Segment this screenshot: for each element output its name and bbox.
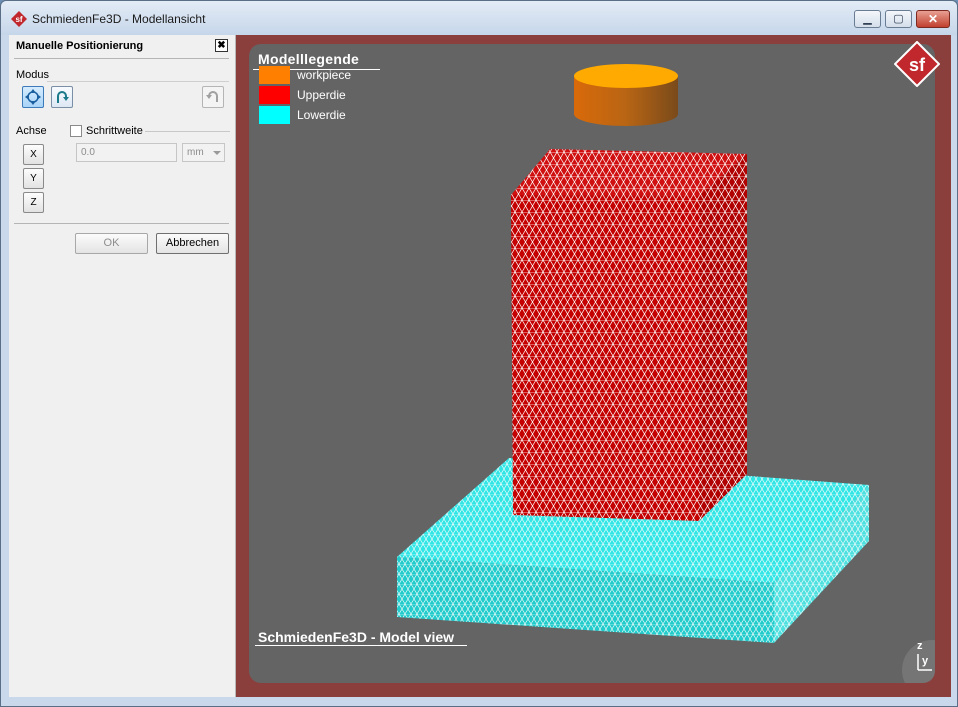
panel-title: Manuelle Positionierung [16,40,144,52]
move-icon [25,89,41,105]
maximize-button[interactable]: ▢ [885,10,912,28]
legend-label: Lowerdie [297,108,346,122]
legend-swatch [259,86,290,104]
title-bar[interactable]: sf SchmiedenFe3D - Modellansicht ▁ ▢ ✕ [1,1,957,35]
axis-x-button[interactable]: X [23,144,44,165]
close-icon: ✕ [927,12,939,26]
legend-swatch [259,66,290,84]
modus-label: Modus [16,69,50,81]
panel-close-button[interactable]: ✖ [215,39,228,52]
minimize-button[interactable]: ▁ [854,10,881,28]
app-window: sf SchmiedenFe3D - Modellansicht ▁ ▢ ✕ M… [0,0,958,707]
app-logo-icon: sf [11,11,27,27]
undo-icon [206,91,218,102]
chevron-down-icon [213,151,221,155]
legend-label: workpiece [297,68,352,82]
divider [14,223,229,224]
schrittweite-label: Schrittweite [86,125,143,137]
legend-swatch [259,106,290,124]
minimize-icon: ▁ [863,12,872,25]
step-input[interactable]: 0.0 [76,143,177,162]
maximize-icon: ▢ [893,12,904,25]
divider [14,58,229,59]
workpiece-cylinder [574,64,678,126]
divider [145,131,230,132]
model-viewport[interactable]: Modelllegende workpiece Upperdie Lowerdi… [236,35,951,697]
ok-button[interactable]: OK [75,233,148,254]
legend-item-upperdie: Upperdie [259,86,346,104]
mode-rotate-button[interactable] [51,86,73,108]
axis-triad-icon [917,654,932,671]
axis-z-button[interactable]: Z [23,192,44,213]
upperdie-mesh [511,149,747,521]
legend-item-lowerdie: Lowerdie [259,106,346,124]
cancel-button[interactable]: Abbrechen [156,233,229,254]
mode-translate-button[interactable] [22,86,44,108]
axis-indicator[interactable]: z y x [902,640,935,683]
legend-title: Modelllegende [258,51,360,67]
model-scene[interactable] [249,44,935,683]
legend-label: Upperdie [297,88,346,102]
close-window-button[interactable]: ✕ [916,10,950,28]
positioning-panel: Manuelle Positionierung ✖ Modus Achse Sc… [9,35,236,697]
caption-underline [255,645,467,646]
svg-text:sf: sf [15,15,22,24]
viewport-caption: SchmiedenFe3D - Model view [258,629,455,645]
sf-brand-logo: sf [894,41,940,87]
axis-y-button[interactable]: Y [23,168,44,189]
legend-item-workpiece: workpiece [259,66,351,84]
rotate-icon [57,91,69,103]
schrittweite-checkbox[interactable] [70,125,82,137]
window-title: SchmiedenFe3D - Modellansicht [32,12,206,26]
unit-select[interactable]: mm [182,143,225,162]
logo-text: sf [909,55,926,75]
unit-select-value: mm [187,147,204,158]
undo-button[interactable] [202,86,224,108]
achse-label: Achse [16,125,47,137]
divider [47,81,229,82]
viewport-canvas[interactable]: Modelllegende workpiece Upperdie Lowerdi… [249,44,935,683]
